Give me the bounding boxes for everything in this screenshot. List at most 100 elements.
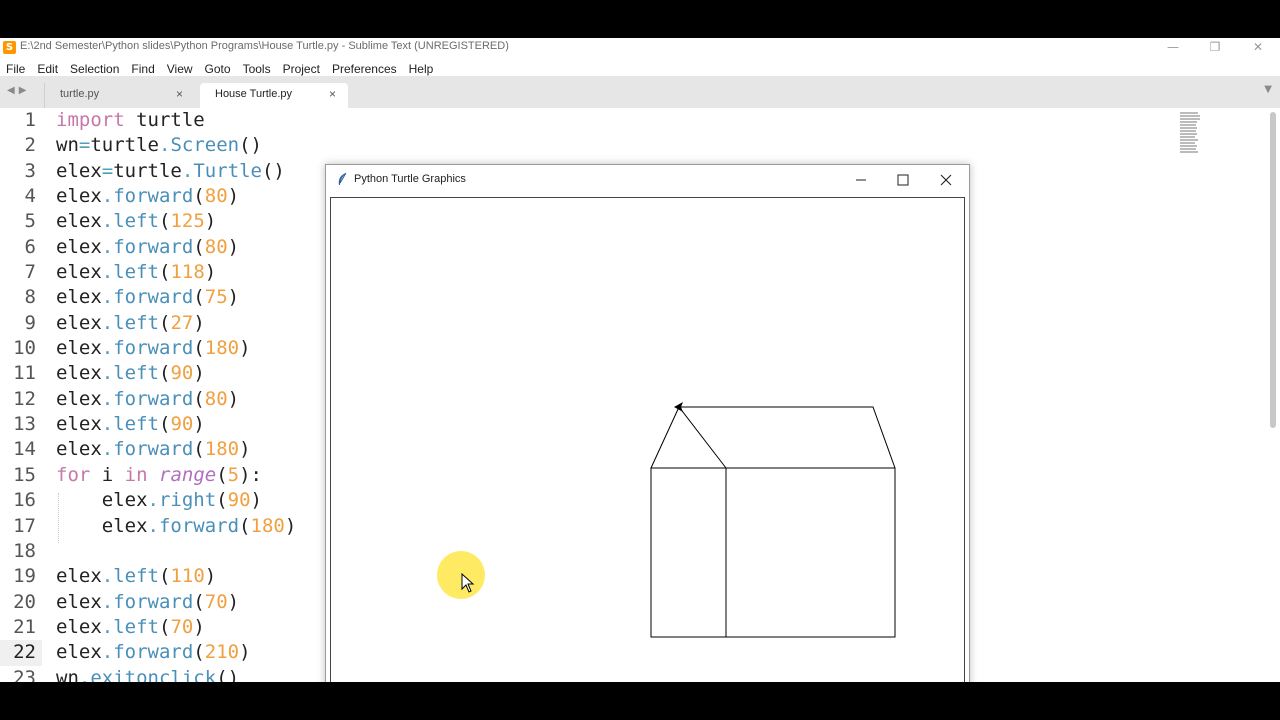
code-token: ) — [284, 514, 297, 537]
mouse-cursor-icon — [461, 573, 475, 593]
code-token: . — [101, 615, 114, 638]
code-token: turtle — [124, 109, 205, 131]
code-token: ( — [239, 514, 251, 537]
code-line[interactable]: elex.forward(180) — [56, 514, 297, 539]
code-token: turtle — [113, 159, 182, 182]
code-line[interactable]: elex.left(90) — [56, 412, 296, 437]
code-line[interactable]: elex.forward(80) — [56, 184, 296, 209]
close-icon[interactable]: ✕ — [1243, 38, 1273, 58]
code-token: () — [216, 666, 240, 682]
code-token: . — [147, 514, 159, 537]
code-token: elex — [56, 387, 102, 410]
code-token: elex — [56, 565, 102, 588]
code-line[interactable]: elex.forward(210) — [56, 640, 296, 665]
code-line[interactable]: elex.forward(80) — [56, 387, 296, 412]
window-title: E:\2nd Semester\Python slides\Python Pro… — [20, 40, 509, 52]
code-token: . — [101, 235, 114, 258]
code-token: elex — [56, 514, 148, 537]
code-token: 70 — [204, 590, 228, 613]
code-token: range — [159, 463, 217, 486]
line-number: 19 — [13, 565, 36, 588]
arrow-left-right-icon[interactable]: ◀▶ — [7, 85, 30, 96]
code-line[interactable]: elex.left(27) — [56, 311, 296, 336]
code-token: ( — [158, 413, 171, 436]
code-token: ) — [204, 210, 217, 233]
code-line[interactable]: wn=turtle.Screen() — [56, 133, 296, 158]
code-token: ) — [239, 337, 251, 360]
code-line[interactable]: elex.forward(70) — [56, 590, 296, 615]
code-line[interactable]: elex.left(118) — [56, 260, 296, 285]
turtle-graphics-window[interactable]: Python Turtle Graphics — [325, 164, 970, 682]
house-body — [650, 467, 896, 638]
code-line[interactable]: elex.forward(180) — [56, 336, 296, 361]
code-token: for — [56, 463, 91, 486]
code-token: left — [113, 362, 159, 385]
minimize-icon[interactable]: — — [1158, 38, 1188, 58]
line-number: 11 — [13, 362, 36, 385]
code-token: left — [113, 210, 159, 233]
code-line[interactable]: wn.exitonclick() — [56, 666, 296, 682]
code-line[interactable]: elex.forward(75) — [56, 285, 296, 310]
code-token: elex — [56, 261, 102, 284]
tab-house-turtle-py[interactable]: House Turtle.py × — [200, 83, 348, 108]
vertical-scrollbar[interactable] — [1270, 112, 1276, 428]
code-text[interactable]: import turtle wn=turtle.Screen() elex=turt… — [56, 108, 296, 682]
code-token: 180 — [250, 514, 285, 537]
code-token: wn — [56, 134, 79, 157]
code-line[interactable]: elex.forward(80) — [56, 235, 296, 260]
code-token: elex — [56, 438, 102, 461]
minimize-icon[interactable] — [846, 169, 876, 191]
line-number-gutter: 1 2 3 4 5 6 7 8 9 10 11 12 13 14 15 16 17 18 19 20 21 22 23 — [0, 108, 42, 682]
sublime-app-icon: S — [3, 41, 16, 54]
code-token: 180 — [204, 438, 240, 461]
code-token: . — [181, 159, 194, 182]
turtle-canvas[interactable] — [330, 197, 965, 682]
minimap[interactable] — [1180, 112, 1202, 156]
code-line[interactable]: elex.right(90) — [56, 488, 296, 513]
code-line[interactable]: elex=turtle.Turtle() — [56, 159, 296, 184]
code-line[interactable]: elex.left(90) — [56, 361, 296, 386]
maximize-icon[interactable] — [888, 169, 918, 191]
code-token: . — [101, 565, 114, 588]
tab-label: House Turtle.py — [215, 88, 293, 100]
code-token: exitonclick — [90, 666, 217, 682]
code-line[interactable] — [56, 539, 296, 564]
code-line[interactable]: elex.left(110) — [56, 564, 296, 589]
tab-turtle-py[interactable]: turtle.py × — [44, 83, 195, 108]
code-token: 80 — [204, 185, 228, 208]
code-token: left — [113, 615, 159, 638]
code-token: ( — [216, 489, 228, 512]
close-icon[interactable] — [931, 169, 961, 191]
code-token: elex — [56, 337, 102, 360]
close-icon[interactable]: × — [176, 87, 183, 101]
code-line[interactable]: for i in range(5): — [56, 463, 296, 488]
chevron-down-icon[interactable]: ▼ — [1264, 84, 1272, 95]
code-token: 80 — [204, 235, 228, 258]
line-number: 7 — [24, 261, 36, 284]
line-number: 17 — [13, 514, 36, 537]
code-token: ( — [158, 210, 171, 233]
code-token: ) — [193, 311, 205, 334]
code-line[interactable]: elex.left(70) — [56, 615, 296, 640]
code-token: = — [78, 134, 91, 157]
code-token: elex — [56, 159, 102, 182]
close-icon[interactable]: × — [329, 87, 336, 101]
line-number: 8 — [24, 286, 36, 309]
code-line[interactable]: elex.left(125) — [56, 209, 296, 234]
code-token: . — [101, 311, 114, 334]
code-line[interactable]: elex.forward(180) — [56, 437, 296, 462]
code-token: . — [101, 210, 114, 233]
code-token: 90 — [170, 362, 194, 385]
code-token: ) — [227, 286, 240, 309]
code-token: ) — [239, 641, 251, 664]
code-line[interactable]: import turtle — [56, 108, 296, 133]
menu-bar: File Edit Selection Find View Goto Tools Projec… — [0, 58, 1280, 76]
code-token: forward — [113, 438, 194, 461]
restore-icon[interactable]: ❐ — [1200, 38, 1230, 58]
turtle-window-title: Python Turtle Graphics — [354, 173, 466, 185]
code-token: ( — [193, 286, 205, 309]
code-token: . — [158, 134, 171, 157]
code-token: ) — [227, 235, 240, 258]
code-token: elex — [56, 413, 102, 436]
